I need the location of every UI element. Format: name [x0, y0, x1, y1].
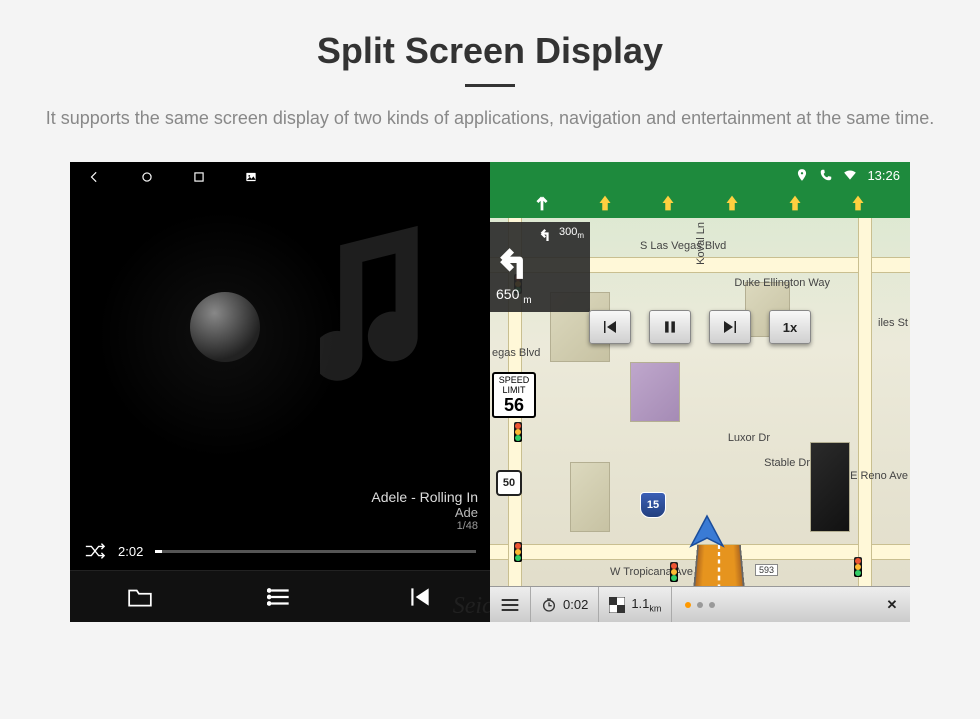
- speed-limit-sign: SPEED LIMIT 56: [492, 372, 536, 418]
- page-indicator[interactable]: [685, 602, 715, 608]
- street-label: iles St: [878, 317, 908, 329]
- street-label: Duke Ellington Way: [734, 277, 830, 289]
- location-icon: [795, 168, 809, 182]
- title-underline: [465, 84, 515, 87]
- recents-icon[interactable]: [192, 170, 206, 184]
- remaining-distance: 1.1km: [599, 587, 672, 622]
- page-title: Split Screen Display: [0, 0, 980, 72]
- street-label: Stable Dr: [764, 457, 810, 469]
- control-knob[interactable]: [190, 292, 260, 362]
- music-note-icon: [320, 212, 460, 392]
- album-art-area: [70, 192, 490, 489]
- street-label: egas Blvd: [492, 347, 540, 359]
- previous-button[interactable]: [406, 585, 434, 609]
- status-bar: 13:26: [490, 162, 910, 188]
- interstate-shield: 15: [640, 492, 666, 518]
- street-label: E Reno Ave: [850, 470, 908, 482]
- playback-controls: 1x: [589, 310, 811, 344]
- sim-pause-button[interactable]: [649, 310, 691, 344]
- home-icon[interactable]: [140, 170, 154, 184]
- sim-next-button[interactable]: [709, 310, 751, 344]
- navigation-panel: S Las Vegas Blvd Duke Ellington Way E Re…: [490, 162, 910, 622]
- track-count: 1/48: [70, 520, 478, 532]
- elapsed-time: 2:02: [118, 544, 143, 559]
- progress-bar[interactable]: [155, 550, 476, 553]
- phone-icon: [819, 168, 833, 182]
- clock: 13:26: [867, 168, 900, 183]
- device-screen: Adele - Rolling In Ade 1/48 2:02: [70, 162, 910, 622]
- street-label: W Tropicana Ave: [610, 566, 693, 578]
- page-subtitle: It supports the same screen display of t…: [0, 105, 980, 162]
- turn-instruction: 300m 650 m: [490, 222, 590, 312]
- shuffle-icon[interactable]: [84, 542, 106, 560]
- vehicle-cursor: [687, 514, 727, 550]
- track-info: Adele - Rolling In Ade 1/48: [70, 489, 490, 536]
- music-bottom-bar: [70, 570, 490, 622]
- track-artist: Ade: [70, 505, 478, 520]
- street-label: S Las Vegas Blvd: [640, 240, 726, 252]
- playlist-button[interactable]: [266, 585, 294, 609]
- address-badge: 593: [755, 564, 778, 576]
- eta-time: 0:02: [531, 587, 599, 622]
- progress-row: 2:02: [70, 536, 490, 570]
- sim-prev-button[interactable]: [589, 310, 631, 344]
- route-shield: 50: [496, 470, 522, 496]
- sim-speed-button[interactable]: 1x: [769, 310, 811, 344]
- picture-icon[interactable]: [244, 170, 258, 184]
- music-panel: Adele - Rolling In Ade 1/48 2:02: [70, 162, 490, 622]
- menu-button[interactable]: [490, 587, 531, 622]
- lane-guidance: [490, 188, 910, 218]
- wifi-icon: [843, 168, 857, 182]
- android-nav-bar: [70, 162, 490, 192]
- back-icon[interactable]: [88, 170, 102, 184]
- street-label: Luxor Dr: [728, 432, 770, 444]
- close-button[interactable]: ✕: [874, 587, 910, 622]
- nav-bottom-bar: 0:02 1.1km ✕: [490, 586, 910, 622]
- track-title: Adele - Rolling In: [70, 489, 478, 505]
- street-label-koval: Koval Ln: [695, 222, 707, 265]
- folder-button[interactable]: [126, 585, 154, 609]
